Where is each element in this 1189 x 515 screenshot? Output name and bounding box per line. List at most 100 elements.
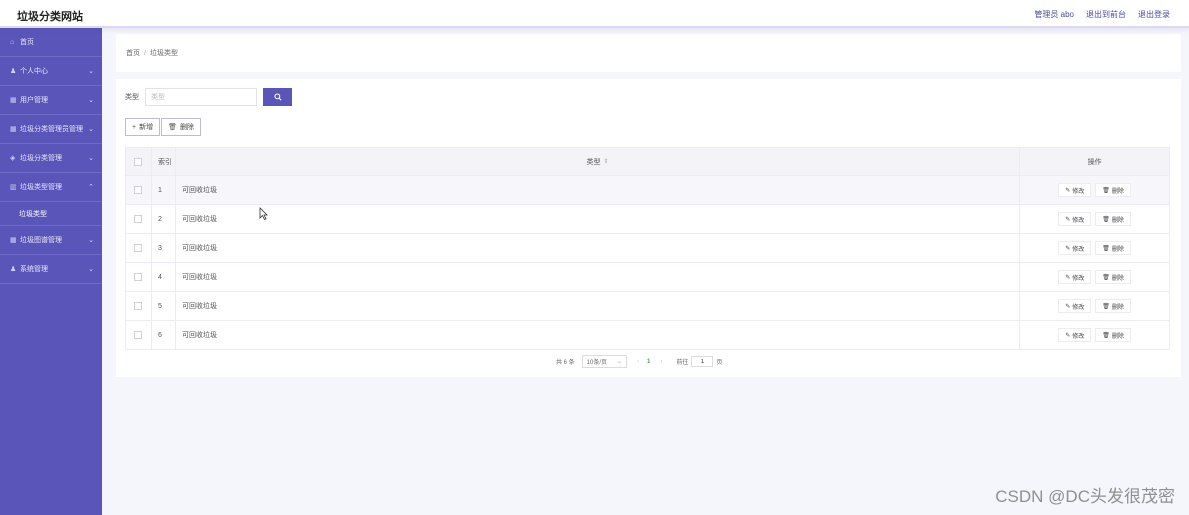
sidebar-item-admins[interactable]: ▦ 垃圾分类管理员管理 ⌄ [0, 115, 102, 144]
row-delete-button[interactable]: 🗑 删除 [1095, 212, 1131, 226]
row-delete-button[interactable]: 🗑 删除 [1095, 299, 1131, 313]
top-bar: 垃圾分类网站 管理员 abo 退出到前台 退出登录 [0, 0, 1189, 28]
edit-button[interactable]: ✎ 修改 [1058, 241, 1092, 255]
next-page-icon[interactable]: › [660, 359, 662, 365]
search-input[interactable] [145, 88, 257, 106]
trash-icon: 🗑 [1102, 274, 1110, 281]
trash-icon: 🗑 [1102, 303, 1110, 310]
trash-icon: 🗑 [1102, 332, 1110, 339]
chevron-down-icon: ⌄ [88, 266, 94, 273]
chevron-up-icon: ⌃ [88, 184, 94, 191]
grid-icon: ▦ [10, 97, 17, 104]
prev-page-icon[interactable]: ‹ [637, 359, 639, 365]
trash-icon: 🗑 [168, 124, 177, 131]
sidebar-item-system[interactable]: ♟ 系统管理 ⌄ [0, 255, 102, 284]
current-page[interactable]: 1 [647, 359, 650, 365]
row-checkbox[interactable] [134, 215, 143, 223]
back-to-frontend-link[interactable]: 退出到前台 [1086, 9, 1126, 20]
goto-label: 前往 [676, 360, 689, 366]
row-checkbox[interactable] [134, 244, 143, 252]
edit-icon: ✎ [1065, 332, 1071, 339]
edit-icon: ✎ [1065, 216, 1071, 223]
page-suffix: 页 [716, 360, 723, 366]
cell-operation: ✎ 修改 🗑 删除 [1020, 292, 1170, 320]
admin-user-link[interactable]: 管理员 abo [1034, 9, 1074, 20]
row-checkbox[interactable] [134, 302, 143, 310]
row-delete-label: 删除 [1111, 275, 1124, 282]
row-delete-button[interactable]: 🗑 删除 [1095, 328, 1131, 342]
sidebar-item-home[interactable]: ⌂ 首页 [0, 28, 102, 57]
breadcrumb-separator: / [144, 49, 146, 57]
edit-button[interactable]: ✎ 修改 [1058, 270, 1092, 284]
row-checkbox-cell [126, 176, 152, 204]
row-delete-button[interactable]: 🗑 删除 [1095, 241, 1131, 255]
row-checkbox[interactable] [134, 331, 143, 339]
table-row: 3 可回收垃圾 ✎ 修改 🗑 删除 [126, 234, 1170, 263]
mouse-cursor-icon [259, 207, 268, 220]
sidebar-item-types[interactable]: ▥ 垃圾类型管理 ⌃ [0, 173, 102, 202]
table-header: 索引 类型 ⇕ 操作 [126, 148, 1170, 176]
grid-icon: ▦ [10, 126, 17, 133]
cell-type: 可回收垃圾 [176, 205, 1021, 233]
cell-type: 可回收垃圾 [176, 292, 1021, 320]
cell-operation: ✎ 修改 🗑 删除 [1020, 205, 1170, 233]
edit-button[interactable]: ✎ 修改 [1058, 212, 1092, 226]
row-delete-button[interactable]: 🗑 删除 [1095, 183, 1131, 197]
edit-button[interactable]: ✎ 修改 [1058, 328, 1092, 342]
sidebar-item-classification[interactable]: ◈ 垃圾分类管理 ⌄ [0, 144, 102, 173]
row-checkbox[interactable] [134, 186, 143, 194]
sort-icon[interactable]: ⇕ [604, 158, 609, 165]
search-label: 类型 [125, 94, 139, 101]
add-button[interactable]: + 新增 [125, 118, 161, 136]
chevron-down-icon: ⌄ [88, 237, 94, 244]
chart-icon: ▥ [10, 184, 17, 191]
cell-operation: ✎ 修改 🗑 删除 [1020, 234, 1170, 262]
row-delete-label: 删除 [1111, 217, 1124, 224]
column-header-type[interactable]: 类型 ⇕ [176, 148, 1021, 175]
logout-link[interactable]: 退出登录 [1138, 9, 1170, 20]
site-title: 垃圾分类网站 [17, 11, 83, 23]
edit-label: 修改 [1072, 217, 1085, 224]
delete-button[interactable]: 🗑 删除 [161, 118, 201, 136]
goto-page-input[interactable] [691, 356, 714, 367]
cell-index: 2 [152, 205, 176, 233]
content-panel: 类型 + 新增 🗑 删除 索引 类型 ⇕ 操作 1 可回收垃圾 [116, 79, 1181, 377]
sidebar-item-profile[interactable]: ♟ 个人中心 ⌄ [0, 57, 102, 86]
chevron-down-icon: ⌄ [88, 126, 94, 133]
edit-icon: ✎ [1065, 187, 1071, 194]
edit-label: 修改 [1072, 246, 1085, 253]
chevron-down-icon: ⌄ [88, 68, 94, 75]
sidebar-subitem-type[interactable]: 垃圾类型 [0, 202, 102, 226]
sidebar-item-label: 个人中心 [20, 68, 48, 75]
cell-index: 3 [152, 234, 176, 262]
edit-label: 修改 [1072, 304, 1085, 311]
row-checkbox-cell [126, 205, 152, 233]
cell-index: 1 [152, 176, 176, 204]
row-delete-button[interactable]: 🗑 删除 [1095, 270, 1131, 284]
home-icon: ⌂ [10, 38, 15, 46]
row-delete-label: 删除 [1111, 304, 1124, 311]
edit-button[interactable]: ✎ 修改 [1058, 299, 1092, 313]
breadcrumb-current: 垃圾类型 [149, 50, 178, 57]
column-header-index: 索引 [152, 148, 176, 175]
top-links: 管理员 abo 退出到前台 退出登录 [1034, 9, 1170, 20]
pagination: 共 6 条 10条/页 ⌄ ‹ 1 › 前往 页 [556, 355, 722, 368]
select-all-checkbox[interactable] [134, 157, 143, 166]
plus-icon: + [132, 123, 137, 131]
row-checkbox[interactable] [134, 273, 143, 281]
column-header-type-label: 类型 [586, 158, 601, 166]
sidebar-item-users[interactable]: ▦ 用户管理 ⌄ [0, 86, 102, 115]
breadcrumb-home[interactable]: 首页 [126, 48, 140, 58]
sidebar-item-label: 垃圾类型管理 [20, 184, 62, 191]
chevron-down-icon: ⌄ [617, 359, 623, 365]
search-icon [273, 93, 282, 101]
cell-operation: ✎ 修改 🗑 删除 [1020, 321, 1170, 349]
row-delete-label: 删除 [1111, 333, 1124, 340]
sidebar-item-images[interactable]: ▦ 垃圾图谱管理 ⌄ [0, 226, 102, 255]
trash-icon: 🗑 [1102, 216, 1110, 223]
page-size-select[interactable]: 10条/页 ⌄ [581, 355, 628, 368]
edit-label: 修改 [1072, 188, 1085, 195]
edit-icon: ✎ [1065, 274, 1071, 281]
search-button[interactable] [263, 88, 292, 106]
edit-button[interactable]: ✎ 修改 [1058, 183, 1092, 197]
